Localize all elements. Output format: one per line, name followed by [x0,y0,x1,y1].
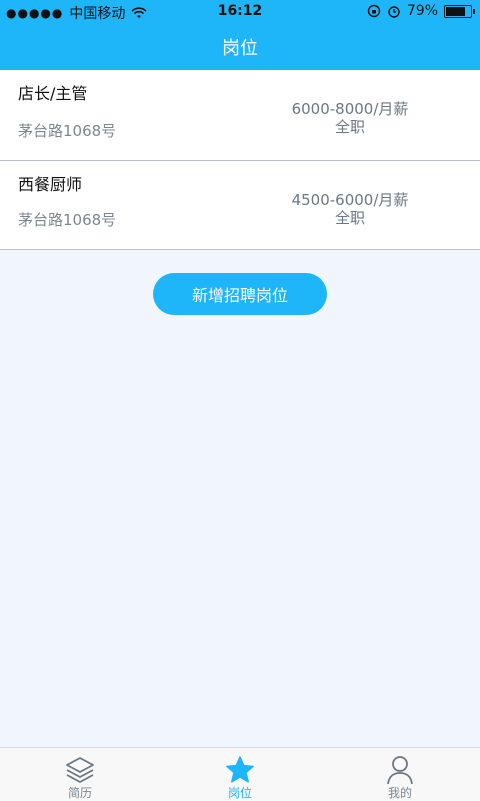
alarm-icon [388,6,400,18]
tab-label: 岗位 [227,786,252,800]
page-title: 岗位 [222,38,258,59]
battery-icon [444,4,475,18]
rotation-lock-icon [367,4,381,18]
job-item[interactable]: 西餐厨师 茅台路1068号 4500-6000/月薪 全职 [0,161,480,250]
job-type: 全职 [334,209,365,227]
nav-bar: 岗位 [0,24,480,70]
status-right: 79% [367,3,475,19]
tab-mine[interactable]: 我的 [320,748,480,801]
tab-bar: 简历 岗位 我的 [0,747,480,801]
tab-jobs[interactable]: 岗位 [160,748,320,801]
job-address: 茅台路1068号 [18,122,117,140]
tab-label: 我的 [387,786,412,800]
job-item[interactable]: 店长/主管 茅台路1068号 6000-8000/月薪 全职 [0,70,480,161]
user-icon [387,756,413,785]
add-job-button[interactable]: 新增招聘岗位 [153,273,327,315]
tab-label: 简历 [67,786,92,800]
job-title: 店长/主管 [18,84,88,103]
layers-icon [66,757,94,783]
job-address: 茅台路1068号 [18,211,117,229]
star-icon [226,756,254,783]
status-bar: ●●●●● 中国移动 16:12 79% [0,0,480,24]
tab-resume[interactable]: 简历 [0,748,160,801]
battery-percent: 79% [406,3,438,19]
battery-fill [446,6,465,16]
job-title: 西餐厨师 [18,175,83,194]
job-type: 全职 [334,118,365,136]
